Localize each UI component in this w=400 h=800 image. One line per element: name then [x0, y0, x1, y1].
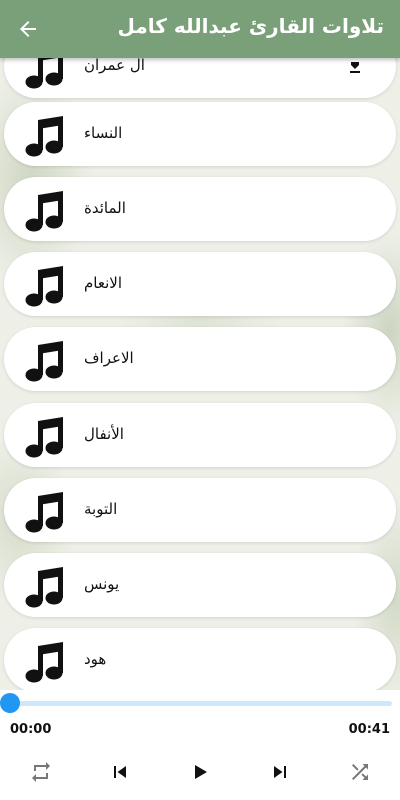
arrow-back-icon[interactable] [16, 17, 40, 41]
surah-name: هود [84, 650, 107, 668]
skip-previous-icon[interactable] [108, 760, 132, 784]
list-item[interactable]: التوبة [4, 478, 396, 542]
music-note-icon [25, 567, 63, 608]
music-note-icon [25, 341, 63, 382]
current-time: 00:00 [10, 722, 52, 737]
play-icon[interactable] [188, 760, 212, 784]
surah-name: آل عمران [84, 56, 145, 74]
audio-player: 00:00 00:41 [0, 690, 400, 800]
app-bar: تلاوات القارئ عبدالله كامل [0, 0, 400, 58]
surah-list[interactable]: آل عمران النساء المائدة الانعام الاعراف … [0, 0, 400, 690]
surah-name: النساء [84, 124, 123, 142]
seek-thumb[interactable] [0, 693, 20, 713]
music-note-icon [25, 116, 63, 157]
list-item[interactable]: يونس [4, 553, 396, 617]
surah-name: الانعام [84, 274, 122, 292]
surah-name: الاعراف [84, 349, 134, 367]
music-note-icon [25, 492, 63, 533]
shuffle-icon[interactable] [348, 760, 372, 784]
music-note-icon [25, 642, 63, 683]
skip-next-icon[interactable] [268, 760, 292, 784]
music-note-icon [25, 266, 63, 307]
list-item[interactable]: الأنفال [4, 403, 396, 467]
surah-name: التوبة [84, 500, 118, 518]
repeat-icon[interactable] [29, 760, 53, 784]
music-note-icon [25, 191, 63, 232]
surah-name: الأنفال [84, 425, 124, 443]
surah-name: المائدة [84, 199, 126, 217]
surah-name: يونس [84, 575, 120, 593]
list-item[interactable]: المائدة [4, 177, 396, 241]
download-icon[interactable] [348, 60, 362, 74]
total-time: 00:41 [348, 722, 390, 737]
page-title: تلاوات القارئ عبدالله كامل [117, 14, 385, 38]
list-item[interactable]: النساء [4, 102, 396, 166]
list-item[interactable]: هود [4, 628, 396, 690]
list-item[interactable]: الاعراف [4, 327, 396, 391]
list-item[interactable]: الانعام [4, 252, 396, 316]
seek-bar[interactable] [10, 701, 392, 706]
music-note-icon [25, 417, 63, 458]
